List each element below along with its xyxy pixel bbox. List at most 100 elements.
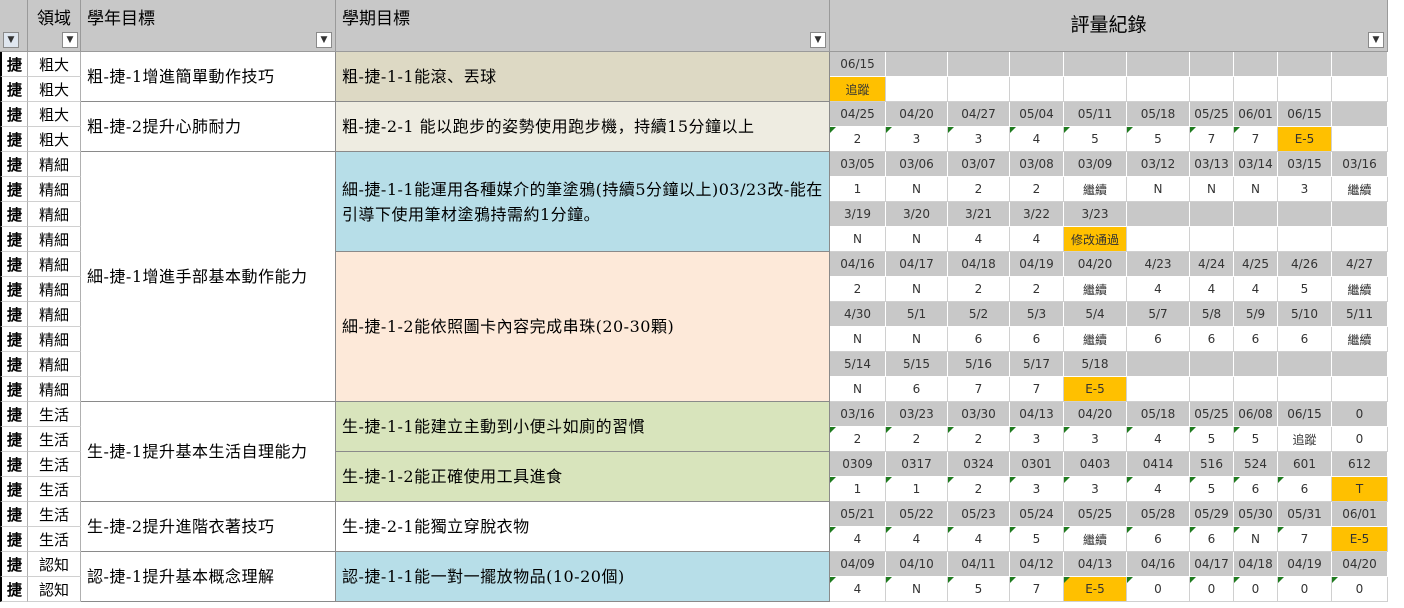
evaluation-score-cell[interactable]: 7 <box>1234 127 1278 152</box>
evaluation-date-cell[interactable]: 05/25 <box>1190 102 1234 127</box>
row-index-cell[interactable]: 捷 <box>0 577 28 602</box>
evaluation-score-cell[interactable]: 7 <box>1190 127 1234 152</box>
semester-goal-cell[interactable]: 認-捷-1-1能一對一擺放物品(10-20個) <box>336 552 830 602</box>
evaluation-date-cell[interactable] <box>1127 352 1190 377</box>
evaluation-date-cell[interactable]: 524 <box>1234 452 1278 477</box>
row-index-cell[interactable]: 捷 <box>0 152 28 177</box>
evaluation-score-cell[interactable] <box>1127 77 1190 102</box>
row-index-cell[interactable]: 捷 <box>0 527 28 552</box>
evaluation-date-cell[interactable] <box>1190 352 1234 377</box>
evaluation-score-cell[interactable]: 2 <box>886 427 948 452</box>
domain-cell[interactable]: 精細 <box>28 227 81 252</box>
evaluation-score-cell[interactable]: 6 <box>1190 527 1234 552</box>
evaluation-date-cell[interactable]: 3/19 <box>830 202 886 227</box>
evaluation-date-cell[interactable] <box>1190 52 1234 77</box>
evaluation-score-cell[interactable]: 4 <box>830 577 886 602</box>
evaluation-score-cell[interactable]: 6 <box>948 327 1010 352</box>
evaluation-score-cell[interactable]: N <box>886 227 948 252</box>
evaluation-score-cell[interactable]: 2 <box>1010 177 1064 202</box>
evaluation-score-cell[interactable]: 3 <box>1064 477 1127 502</box>
evaluation-date-cell[interactable] <box>948 52 1010 77</box>
evaluation-score-cell[interactable]: 繼續 <box>1064 327 1127 352</box>
evaluation-date-cell[interactable]: 0414 <box>1127 452 1190 477</box>
evaluation-date-cell[interactable]: 4/30 <box>830 302 886 327</box>
evaluation-score-cell[interactable]: E-5 <box>1278 127 1332 152</box>
evaluation-date-cell[interactable]: 03/05 <box>830 152 886 177</box>
evaluation-score-cell[interactable]: 3 <box>1010 427 1064 452</box>
evaluation-score-cell[interactable]: 0 <box>1190 577 1234 602</box>
evaluation-date-cell[interactable]: 04/16 <box>1127 552 1190 577</box>
evaluation-date-cell[interactable]: 03/15 <box>1278 152 1332 177</box>
evaluation-score-cell[interactable]: 6 <box>1127 527 1190 552</box>
row-index-cell[interactable]: 捷 <box>0 202 28 227</box>
evaluation-date-cell[interactable]: 5/3 <box>1010 302 1064 327</box>
evaluation-date-cell[interactable]: 03/07 <box>948 152 1010 177</box>
evaluation-score-cell[interactable]: N <box>830 227 886 252</box>
evaluation-score-cell[interactable]: N <box>886 577 948 602</box>
evaluation-score-cell[interactable]: 6 <box>1234 327 1278 352</box>
evaluation-score-cell[interactable] <box>1064 77 1127 102</box>
domain-cell[interactable]: 粗大 <box>28 127 81 152</box>
evaluation-date-cell[interactable] <box>1234 352 1278 377</box>
evaluation-date-cell[interactable]: 5/14 <box>830 352 886 377</box>
evaluation-date-cell[interactable]: 05/04 <box>1010 102 1064 127</box>
row-index-cell[interactable]: 捷 <box>0 302 28 327</box>
evaluation-score-cell[interactable]: 3 <box>886 127 948 152</box>
domain-cell[interactable]: 粗大 <box>28 52 81 77</box>
evaluation-score-cell[interactable]: 6 <box>1278 327 1332 352</box>
evaluation-date-cell[interactable] <box>1332 102 1388 127</box>
row-index-cell[interactable]: 捷 <box>0 127 28 152</box>
evaluation-date-cell[interactable]: 3/22 <box>1010 202 1064 227</box>
evaluation-score-cell[interactable]: 追蹤 <box>830 77 886 102</box>
evaluation-score-cell[interactable]: 6 <box>1278 477 1332 502</box>
evaluation-date-cell[interactable]: 03/09 <box>1064 152 1127 177</box>
domain-cell[interactable]: 生活 <box>28 477 81 502</box>
evaluation-date-cell[interactable] <box>1190 202 1234 227</box>
year-goal-cell[interactable]: 粗-捷-1增進簡單動作技巧 <box>81 52 336 102</box>
evaluation-date-cell[interactable] <box>1127 52 1190 77</box>
year-goal-cell[interactable]: 生-捷-1提升基本生活自理能力 <box>81 402 336 502</box>
evaluation-date-cell[interactable]: 516 <box>1190 452 1234 477</box>
evaluation-score-cell[interactable] <box>1190 377 1234 402</box>
evaluation-score-cell[interactable]: 繼續 <box>1064 277 1127 302</box>
evaluation-score-cell[interactable]: N <box>1234 527 1278 552</box>
semester-goal-cell[interactable]: 細-捷-1-2能依照圖卡內容完成串珠(20-30顆) <box>336 252 830 402</box>
semester-goal-filter-dropdown[interactable]: ▼ <box>810 32 826 48</box>
evaluation-date-cell[interactable]: 05/28 <box>1127 502 1190 527</box>
domain-cell[interactable]: 生活 <box>28 502 81 527</box>
evaluation-score-cell[interactable]: 4 <box>830 527 886 552</box>
domain-cell[interactable]: 精細 <box>28 302 81 327</box>
evaluation-date-cell[interactable]: 5/1 <box>886 302 948 327</box>
domain-cell[interactable]: 生活 <box>28 527 81 552</box>
row-index-cell[interactable]: 捷 <box>0 102 28 127</box>
evaluation-date-cell[interactable]: 5/2 <box>948 302 1010 327</box>
year-goal-cell[interactable]: 粗-捷-2提升心肺耐力 <box>81 102 336 152</box>
evaluation-date-cell[interactable]: 04/18 <box>948 252 1010 277</box>
evaluation-date-cell[interactable] <box>1234 52 1278 77</box>
row-index-cell[interactable]: 捷 <box>0 177 28 202</box>
evaluation-date-cell[interactable]: 601 <box>1278 452 1332 477</box>
evaluation-date-cell[interactable] <box>1064 52 1127 77</box>
evaluation-score-cell[interactable]: 5 <box>1010 527 1064 552</box>
semester-goal-cell[interactable]: 生-捷-2-1能獨立穿脫衣物 <box>336 502 830 552</box>
evaluation-date-cell[interactable]: 3/20 <box>886 202 948 227</box>
evaluation-date-cell[interactable]: 05/30 <box>1234 502 1278 527</box>
evaluation-score-cell[interactable] <box>1127 377 1190 402</box>
evaluation-date-cell[interactable] <box>1332 52 1388 77</box>
domain-cell[interactable]: 生活 <box>28 452 81 477</box>
evaluation-score-cell[interactable]: 7 <box>1010 577 1064 602</box>
evaluation-score-cell[interactable] <box>1332 77 1388 102</box>
evaluation-date-cell[interactable]: 04/20 <box>1064 402 1127 427</box>
domain-cell[interactable]: 精細 <box>28 352 81 377</box>
evaluation-date-cell[interactable]: 0317 <box>886 452 948 477</box>
row-index-cell[interactable]: 捷 <box>0 427 28 452</box>
evaluation-date-cell[interactable]: 5/15 <box>886 352 948 377</box>
evaluation-score-cell[interactable]: 4 <box>1010 227 1064 252</box>
domain-cell[interactable]: 精細 <box>28 177 81 202</box>
evaluation-score-cell[interactable]: 4 <box>948 227 1010 252</box>
row-index-cell[interactable]: 捷 <box>0 452 28 477</box>
evaluation-date-cell[interactable]: 4/24 <box>1190 252 1234 277</box>
evaluation-score-cell[interactable]: 3 <box>1064 427 1127 452</box>
evaluation-score-cell[interactable]: 4 <box>1127 477 1190 502</box>
evaluation-date-cell[interactable]: 03/08 <box>1010 152 1064 177</box>
